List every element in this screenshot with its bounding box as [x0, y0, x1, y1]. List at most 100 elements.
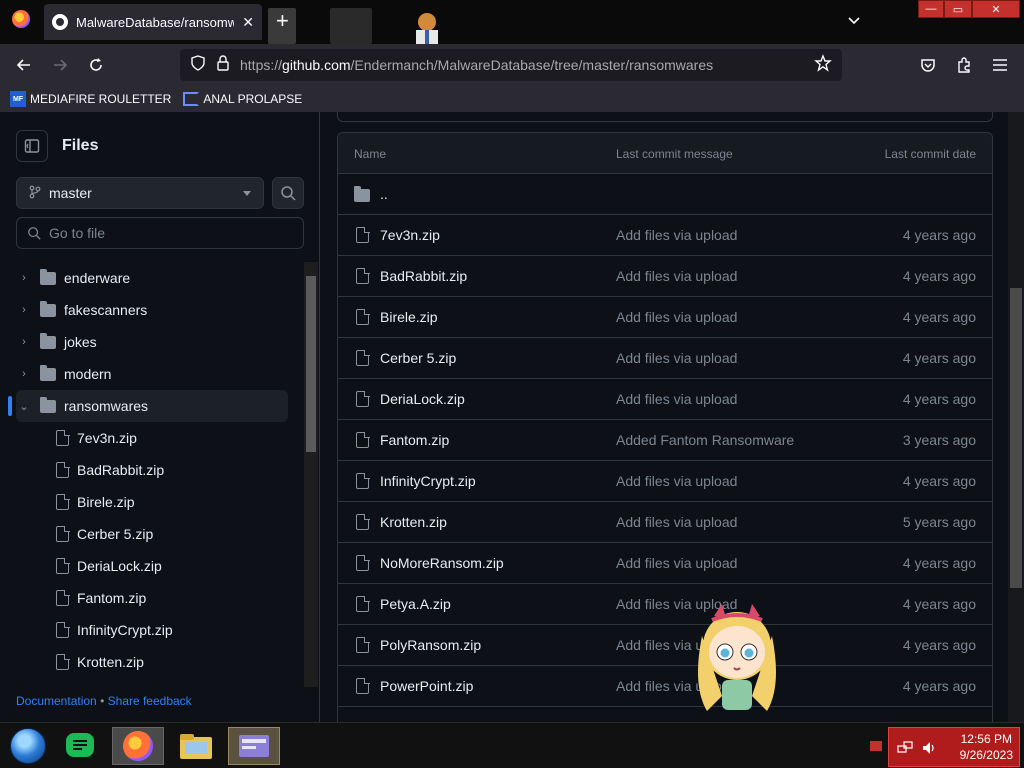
- file-link[interactable]: DeriaLock.zip: [380, 391, 465, 407]
- commit-message-link[interactable]: Added Fantom Ransomware: [616, 432, 794, 448]
- tray-flag-icon[interactable]: [870, 741, 882, 751]
- avatar[interactable]: [408, 8, 446, 44]
- commit-message-link[interactable]: Add files via upload: [616, 391, 737, 407]
- table-row[interactable]: 7ev3n.zip Add files via upload 4 years ago: [338, 215, 992, 256]
- file-link[interactable]: BadRabbit.zip: [380, 268, 467, 284]
- table-row[interactable]: BadRabbit.zip Add files via upload 4 years…: [338, 256, 992, 297]
- url-text[interactable]: https://github.com/Endermanch/MalwareDat…: [240, 57, 804, 73]
- reload-button[interactable]: [85, 54, 107, 76]
- tree-folder-enderware[interactable]: › enderware: [16, 262, 288, 294]
- table-row[interactable]: Petya.A.zip Add files via upload 4 years a…: [338, 584, 992, 625]
- taskbar-firefox[interactable]: [112, 727, 164, 765]
- share-feedback-link[interactable]: Share feedback: [108, 694, 192, 708]
- table-row[interactable]: PowerPoint.zip Add files via upload 4 year…: [338, 666, 992, 707]
- tab-active[interactable]: MalwareDatabase/ransomware ✕: [44, 4, 262, 40]
- close-window-button[interactable]: ✕: [972, 0, 1020, 18]
- tree-file[interactable]: BadRabbit.zip: [16, 454, 288, 486]
- github-icon: [52, 14, 68, 30]
- table-row-parent[interactable]: ..: [338, 174, 992, 215]
- file-link[interactable]: 7ev3n.zip: [380, 227, 440, 243]
- file-link[interactable]: Cerber 5.zip: [380, 350, 456, 366]
- chevron-down-icon[interactable]: ⌄: [16, 398, 32, 414]
- tree-file-label: 7ev3n.zip: [77, 430, 137, 446]
- tree-folder-jokes[interactable]: › jokes: [16, 326, 288, 358]
- search-icon: [28, 227, 41, 240]
- commit-message-link[interactable]: Add files via upload: [616, 268, 737, 284]
- network-icon[interactable]: [897, 740, 913, 761]
- star-bookmark-icon[interactable]: [814, 53, 832, 77]
- forward-button[interactable]: [49, 54, 71, 76]
- commit-message-link[interactable]: Add files via upload: [616, 473, 737, 489]
- tab-close-icon[interactable]: ✕: [242, 14, 254, 31]
- commit-message-link[interactable]: Add files via upload: [616, 309, 737, 325]
- file-link[interactable]: PowerPoint.zip: [380, 678, 473, 694]
- taskbar-notes-app[interactable]: [54, 727, 106, 765]
- bookmark-item[interactable]: MF MEDIAFIRE ROULETTER: [10, 91, 171, 107]
- table-row[interactable]: Birele.zip Add files via upload 4 years ag…: [338, 297, 992, 338]
- tree-file[interactable]: Birele.zip: [16, 486, 288, 518]
- search-button[interactable]: [272, 177, 304, 209]
- file-link[interactable]: NoMoreRansom.zip: [380, 555, 504, 571]
- file-link[interactable]: Petya.A.zip: [380, 596, 451, 612]
- extensions-icon[interactable]: [953, 54, 975, 76]
- table-row[interactable]: Krotten.zip Add files via upload 5 years a…: [338, 502, 992, 543]
- table-row[interactable]: NoMoreRansom.zip Add files via upload 4 ye…: [338, 543, 992, 584]
- file-link[interactable]: Krotten.zip: [380, 514, 447, 530]
- maximize-button[interactable]: ▭: [944, 0, 972, 18]
- pocket-icon[interactable]: [917, 54, 939, 76]
- table-row[interactable]: InfinityCrypt.zip Add files via upload 4 y…: [338, 461, 992, 502]
- commit-message-link[interactable]: Add files via upload: [616, 555, 737, 571]
- chevron-down-icon[interactable]: [846, 12, 862, 28]
- commit-message-link[interactable]: Add files via upload: [616, 227, 737, 243]
- table-row[interactable]: Fantom.zip Added Fantom Ransomware 3 years…: [338, 420, 992, 461]
- tab-thumbnail[interactable]: [330, 8, 372, 44]
- chevron-right-icon[interactable]: ›: [16, 302, 32, 318]
- sidebar-scrollbar-thumb[interactable]: [306, 276, 316, 452]
- menu-icon[interactable]: [989, 54, 1011, 76]
- volume-icon[interactable]: [921, 740, 937, 761]
- new-tab-icon[interactable]: +: [276, 10, 289, 32]
- bookmark-item[interactable]: ANAL PROLAPSE: [183, 92, 302, 106]
- tree-folder-ransomwares[interactable]: ⌄ ransomwares: [8, 390, 288, 422]
- chevron-right-icon[interactable]: ›: [16, 334, 32, 350]
- tree-file[interactable]: DeriaLock.zip: [16, 550, 288, 582]
- shield-icon[interactable]: [190, 54, 206, 76]
- firefox-icon[interactable]: [12, 10, 30, 28]
- collapse-sidebar-button[interactable]: [16, 130, 48, 162]
- parent-dir-link[interactable]: ..: [380, 186, 388, 202]
- table-row[interactable]: DeriaLock.zip Add files via upload 4 years…: [338, 379, 992, 420]
- chevron-right-icon[interactable]: ›: [16, 270, 32, 286]
- lock-icon[interactable]: [216, 54, 230, 76]
- go-to-file-input[interactable]: Go to file: [16, 217, 304, 249]
- file-link[interactable]: Birele.zip: [380, 309, 438, 325]
- commit-message-link[interactable]: Add files via upload: [616, 350, 737, 366]
- file-link[interactable]: InfinityCrypt.zip: [380, 473, 476, 489]
- commit-message-link[interactable]: Add files via upload: [616, 514, 737, 530]
- taskbar-file-explorer[interactable]: [170, 727, 222, 765]
- table-row[interactable]: Cerber 5.zip Add files via upload 4 years …: [338, 338, 992, 379]
- back-button[interactable]: [13, 54, 35, 76]
- tree-folder-fakescanners[interactable]: › fakescanners: [16, 294, 288, 326]
- clock[interactable]: 12:56 PM 9/26/2023: [960, 731, 1013, 763]
- folder-icon: [354, 186, 370, 202]
- tree-file[interactable]: 7ev3n.zip: [16, 422, 288, 454]
- table-header: Name Last commit message Last commit dat…: [338, 133, 992, 174]
- start-button[interactable]: [2, 727, 54, 765]
- tree-file[interactable]: Fantom.zip: [16, 582, 288, 614]
- tree-file[interactable]: Krotten.zip: [16, 646, 288, 678]
- file-link[interactable]: Fantom.zip: [380, 432, 449, 448]
- branch-selector[interactable]: master: [16, 177, 264, 209]
- taskbar-control-panel[interactable]: [228, 727, 280, 765]
- commit-date: 5 years ago: [902, 514, 976, 530]
- url-bar[interactable]: https://github.com/Endermanch/MalwareDat…: [180, 49, 842, 81]
- tree-file[interactable]: InfinityCrypt.zip: [16, 614, 288, 646]
- minimize-button[interactable]: —: [918, 0, 944, 18]
- tree-file[interactable]: Cerber 5.zip: [16, 518, 288, 550]
- file-link[interactable]: PolyRansom.zip: [380, 637, 481, 653]
- tree-folder-modern[interactable]: › modern: [16, 358, 288, 390]
- tree-file-label: InfinityCrypt.zip: [77, 622, 173, 638]
- table-row[interactable]: PolyRansom.zip Add files via upload 4 year…: [338, 625, 992, 666]
- documentation-link[interactable]: Documentation: [16, 694, 97, 708]
- chevron-right-icon[interactable]: ›: [16, 366, 32, 382]
- page-scrollbar-thumb[interactable]: [1010, 288, 1022, 588]
